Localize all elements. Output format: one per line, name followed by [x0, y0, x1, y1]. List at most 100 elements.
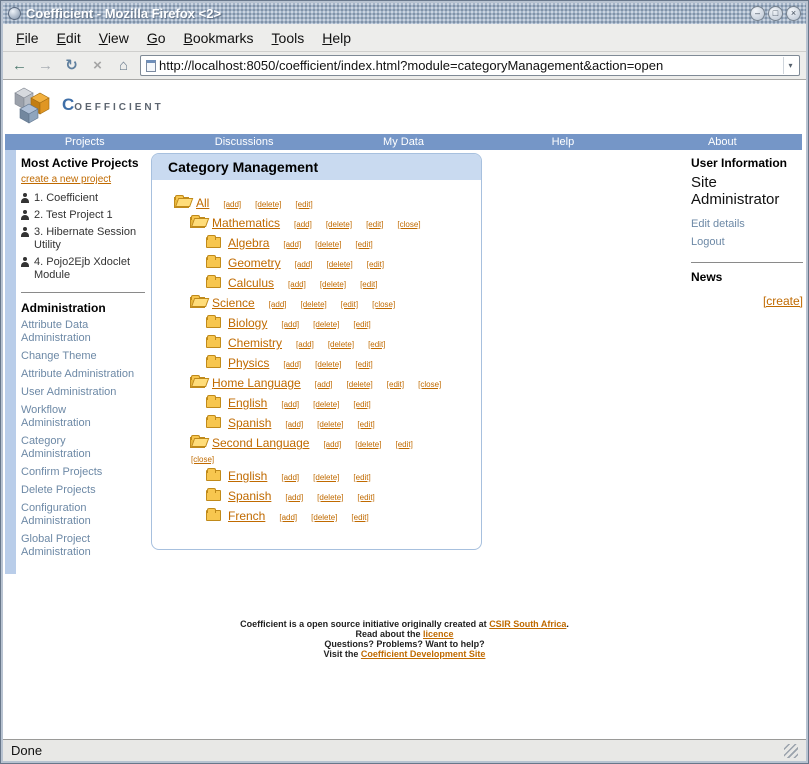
project-link-2-test-project-1[interactable]: 2. Test Project 1 — [21, 209, 139, 222]
category-link-english[interactable]: English — [228, 396, 267, 410]
resize-grip[interactable] — [784, 744, 798, 758]
category-link-calculus[interactable]: Calculus — [228, 276, 274, 290]
minimize-button[interactable]: – — [750, 6, 765, 21]
nav-projects[interactable]: Projects — [5, 134, 164, 150]
logout-link[interactable]: Logout — [691, 236, 803, 248]
action-delete-link[interactable]: [delete] — [255, 200, 281, 209]
action-add-link[interactable]: [add] — [285, 493, 303, 502]
project-link-4-pojo2ejb-xdoclet-module[interactable]: 4. Pojo2Ejb Xdoclet Module — [21, 256, 139, 282]
category-link-chemistry[interactable]: Chemistry — [228, 336, 282, 350]
category-link-french[interactable]: French — [228, 509, 265, 523]
reload-button[interactable]: ↻ — [61, 55, 82, 76]
maximize-button[interactable]: □ — [768, 6, 783, 21]
nav-my-data[interactable]: My Data — [324, 134, 483, 150]
action-add-link[interactable]: [add] — [283, 360, 301, 369]
action-edit-link[interactable]: [edit] — [353, 473, 370, 482]
action-edit-link[interactable]: [edit] — [357, 493, 374, 502]
sidebar-item-category-administration[interactable]: Category Administration — [21, 435, 136, 461]
back-button[interactable]: ← — [9, 55, 30, 76]
action-delete-link[interactable]: [delete] — [326, 220, 352, 229]
menu-bookmarks[interactable]: Bookmarks — [175, 27, 263, 49]
nav-help[interactable]: Help — [483, 134, 642, 150]
action-edit-link[interactable]: [edit] — [295, 200, 312, 209]
menu-go[interactable]: Go — [138, 27, 175, 49]
url-input[interactable] — [159, 57, 783, 74]
action-delete-link[interactable]: [delete] — [313, 320, 339, 329]
create-project-link[interactable]: create a new project — [21, 174, 149, 185]
action-delete-link[interactable]: [delete] — [355, 440, 381, 449]
action-delete-link[interactable]: [delete] — [315, 360, 341, 369]
footer-link-licence[interactable]: licence — [423, 629, 454, 639]
menu-edit[interactable]: Edit — [48, 27, 90, 49]
sidebar-item-configuration-administration[interactable]: Configuration Administration — [21, 502, 136, 528]
action-close-link[interactable]: [close] — [397, 220, 420, 229]
action-edit-link[interactable]: [edit] — [353, 400, 370, 409]
action-delete-link[interactable]: [delete] — [313, 400, 339, 409]
category-link-mathematics[interactable]: Mathematics — [212, 216, 280, 230]
action-add-link[interactable]: [add] — [281, 320, 299, 329]
action-add-link[interactable]: [add] — [323, 440, 341, 449]
action-edit-link[interactable]: [edit] — [355, 240, 372, 249]
sidebar-item-confirm-projects[interactable]: Confirm Projects — [21, 466, 136, 479]
action-delete-link[interactable]: [delete] — [317, 493, 343, 502]
close-button[interactable]: × — [786, 6, 801, 21]
action-delete-link[interactable]: [delete] — [328, 340, 354, 349]
action-close-link[interactable]: [close] — [418, 380, 441, 389]
action-edit-link[interactable]: [edit] — [357, 420, 374, 429]
category-link-physics[interactable]: Physics — [228, 356, 269, 370]
category-link-all[interactable]: All — [196, 196, 209, 210]
nav-discussions[interactable]: Discussions — [164, 134, 323, 150]
sidebar-item-attribute-administration[interactable]: Attribute Administration — [21, 368, 136, 381]
action-edit-link[interactable]: [edit] — [360, 280, 377, 289]
action-delete-link[interactable]: [delete] — [320, 280, 346, 289]
action-close-link[interactable]: [close] — [191, 455, 214, 464]
action-edit-link[interactable]: [edit] — [368, 340, 385, 349]
action-delete-link[interactable]: [delete] — [317, 420, 343, 429]
action-edit-link[interactable]: [edit] — [387, 380, 404, 389]
category-link-spanish[interactable]: Spanish — [228, 489, 271, 503]
sidebar-item-global-project-administration[interactable]: Global Project Administration — [21, 533, 136, 559]
project-link-3-hibernate-session-utility[interactable]: 3. Hibernate Session Utility — [21, 226, 139, 252]
action-delete-link[interactable]: [delete] — [311, 513, 337, 522]
action-edit-link[interactable]: [edit] — [355, 360, 372, 369]
action-edit-link[interactable]: [edit] — [395, 440, 412, 449]
category-link-home-language[interactable]: Home Language — [212, 376, 301, 390]
sidebar-item-attribute-data-administration[interactable]: Attribute Data Administration — [21, 319, 136, 345]
action-add-link[interactable]: [add] — [279, 513, 297, 522]
action-add-link[interactable]: [add] — [295, 260, 313, 269]
edit-details-link[interactable]: Edit details — [691, 218, 803, 230]
action-add-link[interactable]: [add] — [315, 380, 333, 389]
footer-link-csir-south-africa[interactable]: CSIR South Africa — [489, 619, 566, 629]
footer-link-coefficient-development-site[interactable]: Coefficient Development Site — [361, 649, 486, 659]
action-delete-link[interactable]: [delete] — [313, 473, 339, 482]
category-link-second-language[interactable]: Second Language — [212, 436, 309, 450]
project-link-1-coefficient[interactable]: 1. Coefficient — [21, 192, 139, 205]
sidebar-item-workflow-administration[interactable]: Workflow Administration — [21, 404, 136, 430]
sidebar-item-user-administration[interactable]: User Administration — [21, 386, 136, 399]
menu-tools[interactable]: Tools — [263, 27, 314, 49]
action-add-link[interactable]: [add] — [288, 280, 306, 289]
action-add-link[interactable]: [add] — [269, 300, 287, 309]
action-add-link[interactable]: [add] — [296, 340, 314, 349]
action-delete-link[interactable]: [delete] — [301, 300, 327, 309]
action-delete-link[interactable]: [delete] — [315, 240, 341, 249]
action-add-link[interactable]: [add] — [281, 473, 299, 482]
url-dropdown-button[interactable]: ▾ — [783, 57, 797, 74]
forward-button[interactable]: → — [35, 55, 56, 76]
stop-button[interactable]: × — [87, 55, 108, 76]
category-link-english[interactable]: English — [228, 469, 267, 483]
sidebar-item-delete-projects[interactable]: Delete Projects — [21, 484, 136, 497]
action-add-link[interactable]: [add] — [223, 200, 241, 209]
category-link-biology[interactable]: Biology — [228, 316, 267, 330]
action-edit-link[interactable]: [edit] — [351, 513, 368, 522]
menu-view[interactable]: View — [90, 27, 138, 49]
window-menu-icon[interactable] — [8, 7, 21, 20]
action-edit-link[interactable]: [edit] — [341, 300, 358, 309]
action-add-link[interactable]: [add] — [283, 240, 301, 249]
news-create-link[interactable]: [create] — [763, 294, 803, 308]
menu-file[interactable]: File — [7, 27, 48, 49]
nav-about[interactable]: About — [643, 134, 802, 150]
category-link-geometry[interactable]: Geometry — [228, 256, 281, 270]
action-add-link[interactable]: [add] — [281, 400, 299, 409]
action-delete-link[interactable]: [delete] — [326, 260, 352, 269]
